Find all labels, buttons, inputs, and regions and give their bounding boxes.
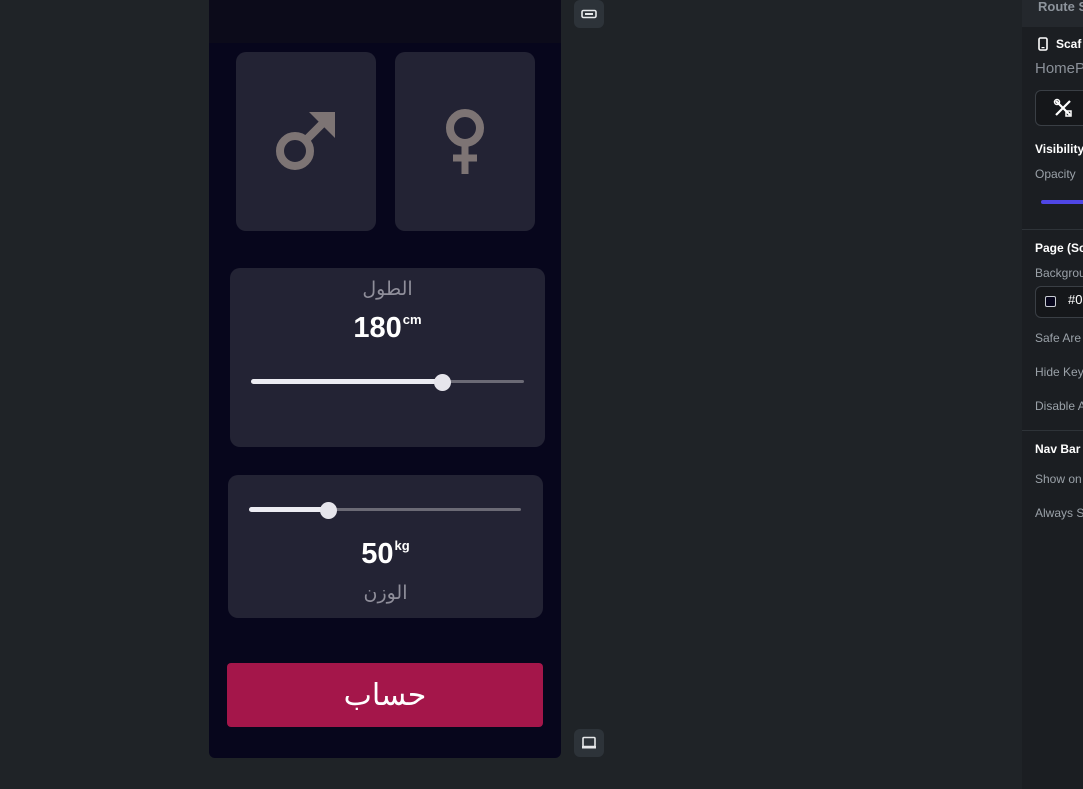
phone-icon	[1038, 37, 1048, 51]
panel-header: Route S	[1022, 0, 1083, 27]
background-color-field[interactable]: #0	[1035, 286, 1083, 318]
laptop-view-button[interactable]	[574, 729, 604, 757]
resize-device-icon	[581, 9, 597, 19]
background-label: Backgrou	[1035, 266, 1083, 280]
background-color-value: #0	[1068, 292, 1083, 307]
female-symbol-icon	[446, 108, 484, 174]
app-bar	[209, 0, 561, 43]
weight-unit: kg	[394, 538, 410, 553]
page-name: HomeP	[1035, 60, 1083, 77]
height-label: الطول	[362, 278, 413, 300]
disable-label: Disable A	[1035, 399, 1083, 413]
weight-number: 50	[361, 538, 394, 570]
weight-value: 50kg	[228, 538, 543, 571]
opacity-label: Opacity	[1035, 167, 1076, 181]
height-number: 180	[353, 312, 402, 344]
phone-canvas: الطول 180cm 50kg الوزن حساب	[209, 0, 561, 758]
weight-slider-fill	[249, 507, 328, 512]
male-symbol-icon	[276, 111, 335, 170]
opacity-slider[interactable]	[1041, 200, 1083, 204]
navbar-section-label: Nav Bar	[1035, 442, 1081, 456]
color-swatch	[1045, 296, 1056, 307]
divider	[1022, 430, 1083, 431]
height-slider-thumb[interactable]	[434, 374, 452, 391]
height-unit: cm	[402, 312, 422, 327]
male-card[interactable]	[236, 52, 376, 231]
calculate-button[interactable]: حساب	[227, 663, 543, 727]
weight-label: الوزن	[363, 582, 408, 604]
properties-panel: Route S Scaf HomeP Visibility Opacity Pa…	[1022, 0, 1083, 789]
weight-slider-thumb[interactable]	[319, 502, 337, 519]
height-slider-fill	[251, 379, 443, 384]
tools-button[interactable]	[1035, 90, 1083, 126]
laptop-icon	[582, 736, 596, 749]
weight-slider[interactable]	[249, 502, 521, 519]
tools-icon	[1053, 98, 1072, 117]
panel-header-title: Route S	[1038, 0, 1083, 14]
height-slider[interactable]	[251, 374, 524, 391]
safe-area-label: Safe Are	[1035, 331, 1082, 345]
scaffold-label: Scaf	[1056, 37, 1082, 51]
resize-device-button[interactable]	[574, 0, 604, 28]
height-value: 180cm	[230, 312, 545, 345]
height-card: الطول 180cm	[230, 268, 545, 447]
female-card[interactable]	[395, 52, 535, 231]
always-label: Always S	[1035, 506, 1083, 520]
visibility-label: Visibility	[1035, 142, 1083, 156]
divider	[1022, 229, 1083, 230]
weight-card: 50kg الوزن	[228, 475, 543, 618]
page-section-label: Page (Sc	[1035, 241, 1083, 255]
hide-keyboard-label: Hide Key	[1035, 365, 1083, 379]
show-on-label: Show on	[1035, 472, 1082, 486]
